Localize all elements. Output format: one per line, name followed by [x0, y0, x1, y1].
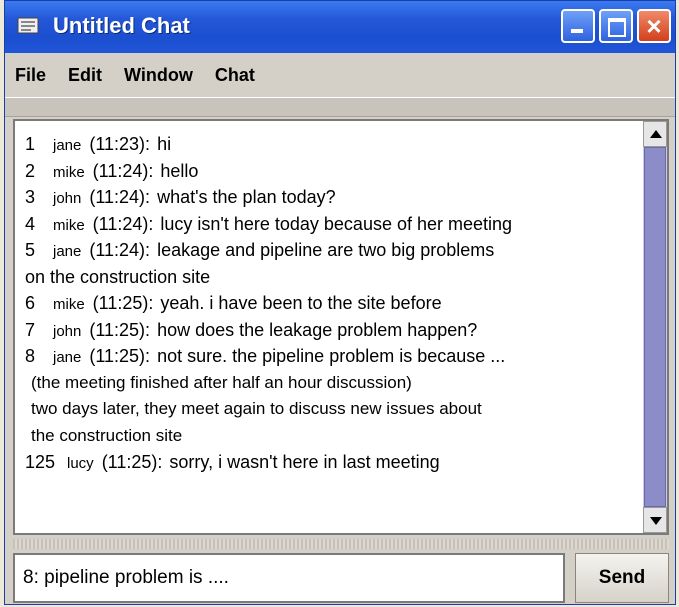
- message-text: not sure. the pipeline problem is becaus…: [157, 346, 506, 366]
- chat-message: 4 mike (11:24): lucy isn't here today beca…: [25, 211, 643, 238]
- scroll-thumb[interactable]: [644, 147, 666, 507]
- message-nick: mike: [53, 163, 85, 181]
- message-time: (11:25):: [92, 293, 154, 313]
- message-text: lucy isn't here today because of her mee…: [160, 213, 513, 234]
- message-text: hello: [160, 160, 199, 181]
- split-divider[interactable]: [13, 539, 669, 549]
- chat-message: 3 john (11:24): what's the plan today?: [25, 184, 643, 211]
- message-nick: jane: [53, 243, 82, 260]
- menu-chat[interactable]: Chat: [215, 65, 255, 86]
- message-time: (11:24):: [89, 187, 151, 207]
- send-button[interactable]: Send: [575, 553, 669, 603]
- transcript-note: (the meeting finished after half an hour…: [31, 372, 412, 392]
- transcript-note: two days later, they meet again to discu…: [31, 399, 482, 418]
- minimize-button[interactable]: [561, 9, 595, 43]
- message-time: (11:25):: [89, 346, 151, 366]
- chat-message: 2 mike (11:24): hello: [25, 158, 643, 185]
- title-bar[interactable]: Untitled Chat ×: [5, 1, 675, 53]
- message-time: (11:24):: [89, 240, 151, 260]
- message-number: 7: [25, 319, 36, 340]
- arrow-up-icon: [650, 130, 662, 138]
- message-number: 6: [25, 293, 36, 313]
- arrow-down-icon: [650, 517, 662, 525]
- message-input[interactable]: [13, 553, 565, 603]
- input-row: Send: [13, 553, 669, 603]
- message-nick: jane: [53, 137, 82, 154]
- message-time: (11:24):: [92, 213, 154, 234]
- chat-transcript-content: 1 jane (11:23): hi 2 mike (11:24): hello 3 jo…: [15, 121, 643, 533]
- message-continuation: on the construction site: [25, 266, 211, 287]
- close-button[interactable]: ×: [637, 9, 671, 43]
- message-number: 1: [25, 134, 36, 154]
- menu-file[interactable]: File: [15, 65, 46, 86]
- message-nick: john: [53, 190, 82, 207]
- menu-bar: File Edit Window Chat: [5, 53, 675, 98]
- toolbar-strip: [5, 98, 675, 117]
- scroll-up-button[interactable]: [643, 121, 667, 147]
- maximize-button[interactable]: [599, 9, 633, 43]
- message-nick: john: [53, 322, 82, 340]
- message-text: what's the plan today?: [157, 187, 336, 207]
- message-number: 3: [25, 187, 36, 207]
- close-icon: ×: [646, 11, 662, 41]
- message-nick: jane: [53, 349, 82, 366]
- message-time: (11:23):: [89, 134, 151, 154]
- menu-window[interactable]: Window: [124, 65, 193, 86]
- message-text: yeah. i have been to the site before: [160, 293, 442, 313]
- message-time: (11:25):: [89, 319, 151, 340]
- maximize-icon: [608, 18, 626, 37]
- message-number: 4: [25, 213, 36, 234]
- message-nick: mike: [53, 296, 85, 313]
- message-text: how does the leakage problem happen?: [157, 319, 478, 340]
- message-text: leakage and pipeline are two big problem…: [157, 240, 495, 260]
- menu-edit[interactable]: Edit: [68, 65, 102, 86]
- chat-app-icon: [17, 17, 39, 34]
- message-number: 8: [25, 346, 36, 366]
- chat-message: 1 jane (11:23): hi: [25, 131, 643, 158]
- message-number: 2: [25, 160, 36, 181]
- chat-message: 125 lucy (11:25): sorry, i wasn't here in …: [25, 449, 643, 476]
- message-nick: lucy: [67, 455, 94, 472]
- chat-message: 7 john (11:25): how does the leakage probl…: [25, 317, 643, 344]
- chat-message: 6 mike (11:25): yeah. i have been to the s…: [25, 290, 643, 317]
- message-number: 5: [25, 240, 36, 260]
- scroll-down-button[interactable]: [643, 507, 667, 533]
- window-title: Untitled Chat: [53, 13, 190, 38]
- minimize-icon: [571, 29, 583, 33]
- message-time: (11:24):: [92, 160, 154, 181]
- message-nick: mike: [53, 216, 85, 234]
- message-text: hi: [157, 134, 172, 154]
- chat-transcript[interactable]: 1 jane (11:23): hi 2 mike (11:24): hello 3 jo…: [13, 119, 669, 535]
- vertical-scrollbar[interactable]: [643, 121, 667, 533]
- chat-window: Untitled Chat × File Edit Window Chat 1j…: [4, 0, 676, 605]
- message-time: (11:25):: [101, 452, 163, 472]
- chat-message: 8 jane (11:25): not sure. the pipeline pro…: [25, 343, 643, 370]
- chat-message: 5 jane (11:24): leakage and pipeline are t…: [25, 237, 643, 264]
- transcript-note: the construction site: [31, 425, 183, 445]
- message-text: sorry, i wasn't here in last meeting: [169, 452, 440, 472]
- message-number: 125: [25, 452, 56, 472]
